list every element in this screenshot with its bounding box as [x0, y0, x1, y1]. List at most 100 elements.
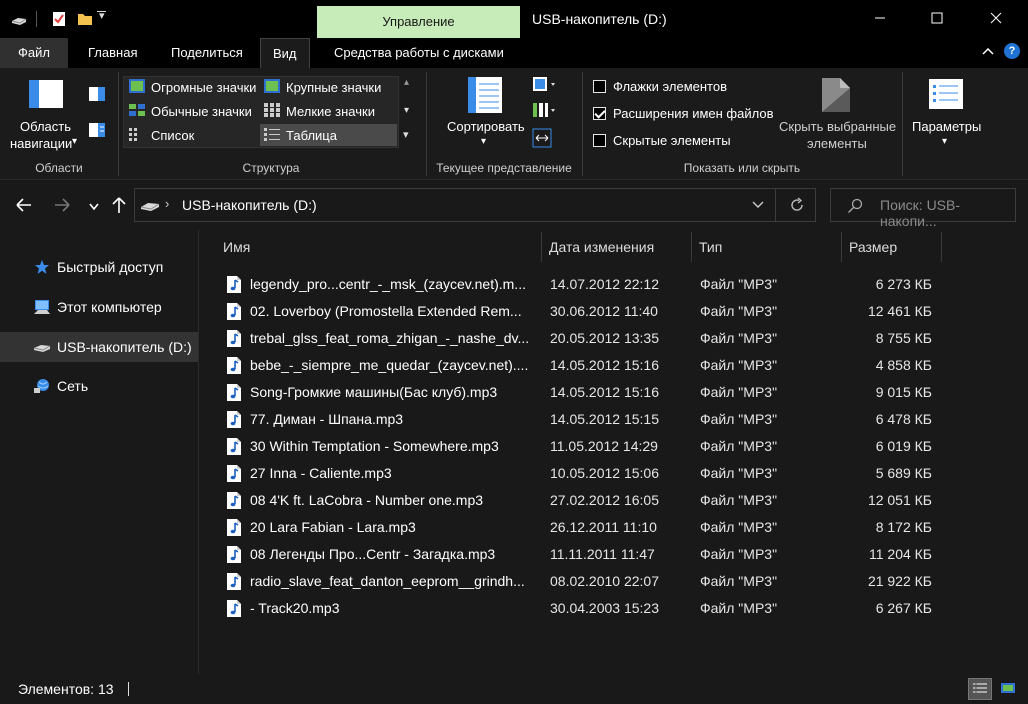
table-row[interactable]: 08 Легенды Про...Centr - Загадка.mp3 11.1… — [200, 541, 1010, 568]
list-icon — [129, 127, 145, 144]
divider[interactable] — [941, 232, 942, 262]
gallery-down-icon[interactable]: ▾ — [404, 105, 409, 116]
divider[interactable] — [691, 232, 692, 262]
help-icon[interactable]: ? — [1004, 43, 1020, 59]
table-row[interactable]: Song-Громкие машины(Бас клуб).mp3 14.05.2… — [200, 379, 1010, 406]
collapse-ribbon-icon[interactable] — [981, 44, 995, 61]
layout-list[interactable]: Список — [125, 124, 198, 146]
mp3-file-icon — [226, 329, 242, 348]
recent-locations-button[interactable] — [88, 200, 100, 215]
file-date: 11.11.2011 11:47 — [550, 546, 655, 562]
options-button[interactable]: Параметры ▾ — [908, 74, 988, 158]
up-button[interactable] — [110, 195, 128, 218]
details-view-icon — [973, 681, 987, 697]
item-checkboxes-label: Флажки элементов — [613, 79, 727, 94]
hide-selected-button[interactable]: Скрыть выбранные элементы — [776, 74, 896, 158]
minimize-button[interactable] — [857, 0, 903, 38]
table-row[interactable]: 27 Inna - Caliente.mp3 10.05.2012 15:06 Фа… — [200, 460, 1010, 487]
address-dropdown-icon[interactable] — [751, 199, 765, 214]
file-size: 6 273 КБ — [875, 276, 932, 292]
table-row[interactable]: legendy_pro...centr_-_msk_(zaycev.net).m… — [200, 271, 1010, 298]
group-label-current-view: Текущее представление — [436, 161, 572, 175]
table-row[interactable]: 77. Диман - Шпана.mp3 14.05.2012 15:15 Фай… — [200, 406, 1010, 433]
computer-icon — [33, 298, 51, 316]
drive-icon — [140, 197, 160, 216]
file-type: Файл "MP3" — [700, 573, 778, 589]
table-row[interactable]: 02. Loverboy (Promostella Extended Rem..… — [200, 298, 1010, 325]
address-bar[interactable]: › USB-накопитель (D:) — [134, 188, 816, 222]
mp3-file-icon — [226, 518, 242, 537]
mp3-file-icon — [226, 464, 242, 483]
file-size: 21 922 КБ — [867, 573, 932, 589]
search-input[interactable]: Поиск: USB-накопи... — [830, 188, 1016, 229]
table-row[interactable]: trebal_glss_feat_roma_zhigan_-_nashe_dv.… — [200, 325, 1010, 352]
star-icon — [33, 258, 51, 276]
mp3-file-icon — [226, 356, 242, 375]
file-date: 14.07.2012 22:12 — [550, 276, 659, 292]
context-tab-manage[interactable]: Управление — [317, 6, 520, 38]
preview-pane-icon[interactable] — [88, 86, 106, 105]
table-row[interactable]: - Track20.mp3 30.04.2003 15:23 Файл "MP3" 6… — [200, 595, 1010, 622]
search-icon — [847, 198, 863, 217]
column-header-size[interactable]: Размер — [849, 232, 897, 262]
mp3-file-icon — [226, 275, 242, 294]
large-icons-view-button[interactable] — [996, 678, 1020, 700]
file-type: Файл "MP3" — [700, 276, 778, 292]
drive-icon[interactable] — [10, 10, 28, 28]
divider[interactable] — [841, 232, 842, 262]
mp3-file-icon — [226, 383, 242, 402]
file-name: 27 Inna - Caliente.mp3 — [250, 465, 392, 481]
new-folder-icon[interactable] — [76, 10, 94, 28]
table-row[interactable]: radio_slave_feat_danton_eeprom__grindh..… — [200, 568, 1010, 595]
group-by-icon[interactable] — [532, 76, 560, 95]
layout-extra-large-icons[interactable]: Огромные значки — [125, 76, 260, 98]
nav-usb-drive[interactable]: USB-накопитель (D:) — [0, 332, 198, 362]
group-label-layout: Структура — [242, 161, 300, 175]
column-header-name[interactable]: Имя — [223, 232, 250, 262]
file-size: 4 858 КБ — [875, 357, 932, 373]
size-columns-icon[interactable] — [532, 128, 552, 151]
nav-quick-access[interactable]: Быстрый доступ — [0, 252, 198, 282]
nav-this-pc[interactable]: Этот компьютер — [0, 292, 198, 322]
gallery-more-icon[interactable]: ▾ — [403, 128, 409, 141]
table-row[interactable]: 20 Lara Fabian - Lara.mp3 26.12.2011 11:1… — [200, 514, 1010, 541]
file-name: 77. Диман - Шпана.mp3 — [250, 411, 404, 427]
tab-view[interactable]: Вид — [260, 38, 310, 68]
close-button[interactable] — [973, 0, 1019, 38]
mp3-file-icon — [226, 572, 242, 591]
layout-small-icons[interactable]: Мелкие значки — [260, 100, 379, 122]
column-header-date[interactable]: Дата изменения — [549, 232, 654, 262]
layout-details[interactable]: Таблица — [260, 124, 397, 146]
navigation-pane-button[interactable]: Область навигации ▾ — [6, 74, 78, 154]
tab-drive-tools[interactable]: Средства работы с дисками — [322, 38, 516, 68]
details-pane-icon[interactable] — [88, 122, 106, 141]
file-name: legendy_pro...centr_-_msk_(zaycev.net).m… — [250, 276, 526, 292]
details-view-button[interactable] — [968, 678, 992, 700]
table-row[interactable]: bebe_-_siempre_me_quedar_(zaycev.net)...… — [200, 352, 1010, 379]
hide-selected-label-line2: элементы — [807, 136, 867, 151]
mp3-file-icon — [226, 599, 242, 618]
item-checkboxes-checkbox[interactable] — [593, 80, 606, 93]
file-extensions-checkbox[interactable] — [593, 107, 606, 120]
sort-button[interactable]: Сортировать ▾ — [440, 74, 530, 158]
breadcrumb[interactable]: USB-накопитель (D:) — [182, 197, 317, 213]
layout-medium-icons[interactable]: Обычные значки — [125, 100, 256, 122]
maximize-button[interactable] — [914, 0, 960, 38]
table-row[interactable]: 08 4'K ft. LaCobra - Number one.mp3 27.02… — [200, 487, 1010, 514]
properties-icon[interactable] — [50, 10, 68, 28]
column-header-type[interactable]: Тип — [699, 232, 722, 262]
nav-network[interactable]: Сеть — [0, 371, 198, 401]
forward-button[interactable] — [52, 196, 72, 217]
tab-share[interactable]: Поделиться — [159, 38, 255, 68]
tab-file[interactable]: Файл — [0, 38, 68, 68]
layout-large-icons[interactable]: Крупные значки — [260, 76, 385, 98]
tab-home[interactable]: Главная — [76, 38, 149, 68]
chevron-down-icon: ▾ — [72, 136, 78, 147]
back-button[interactable] — [14, 196, 34, 217]
gallery-up-icon[interactable]: ▴ — [404, 77, 409, 88]
refresh-icon[interactable] — [789, 197, 805, 216]
add-columns-icon[interactable] — [532, 102, 560, 121]
divider[interactable] — [541, 232, 542, 262]
table-row[interactable]: 30 Within Temptation - Somewhere.mp3 11.0… — [200, 433, 1010, 460]
hidden-items-checkbox[interactable] — [593, 134, 606, 147]
